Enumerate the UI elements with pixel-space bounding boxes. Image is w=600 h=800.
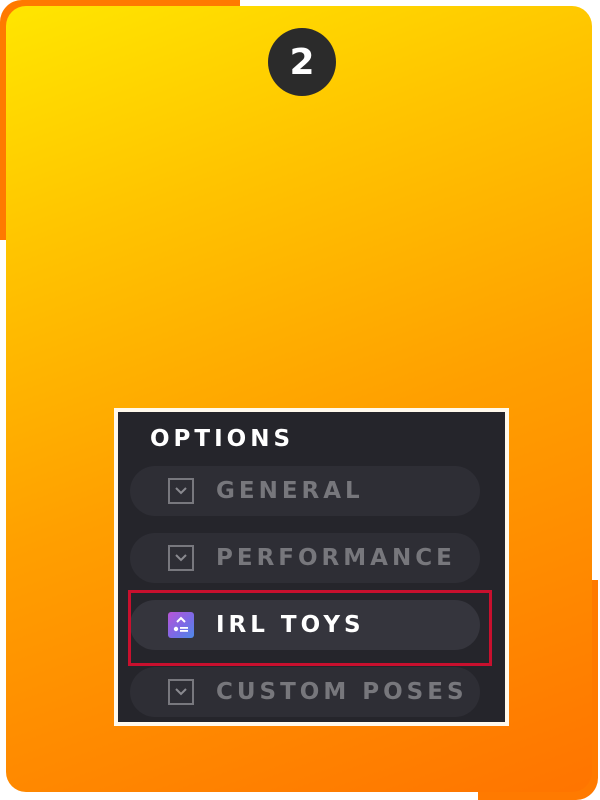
chevron-down-icon — [168, 679, 194, 705]
menu-item-general[interactable]: GENERAL — [130, 466, 480, 516]
options-panel-screenshot: OPTIONS GENERAL PERFORMANCE IRL TOYS CUS… — [114, 408, 509, 726]
menu-item-label: CUSTOM POSES — [216, 679, 468, 705]
menu-item-custom-poses[interactable]: CUSTOM POSES — [130, 667, 480, 717]
tutorial-step-card-stage: 2 OPTIONS GENERAL PERFORMANCE IRL TOYS C… — [0, 0, 600, 800]
options-heading: OPTIONS — [150, 426, 295, 452]
chevron-down-icon — [168, 545, 194, 571]
menu-item-label: GENERAL — [216, 478, 364, 504]
menu-item-irl-toys[interactable]: IRL TOYS — [130, 600, 480, 650]
toy-settings-icon — [168, 612, 194, 638]
menu-item-label: IRL TOYS — [216, 612, 365, 638]
step-number-badge: 2 — [268, 28, 336, 96]
chevron-down-icon — [168, 478, 194, 504]
menu-item-label: PERFORMANCE — [216, 545, 456, 571]
menu-item-performance[interactable]: PERFORMANCE — [130, 533, 480, 583]
tutorial-step-card: 2 OPTIONS GENERAL PERFORMANCE IRL TOYS C… — [6, 6, 592, 792]
